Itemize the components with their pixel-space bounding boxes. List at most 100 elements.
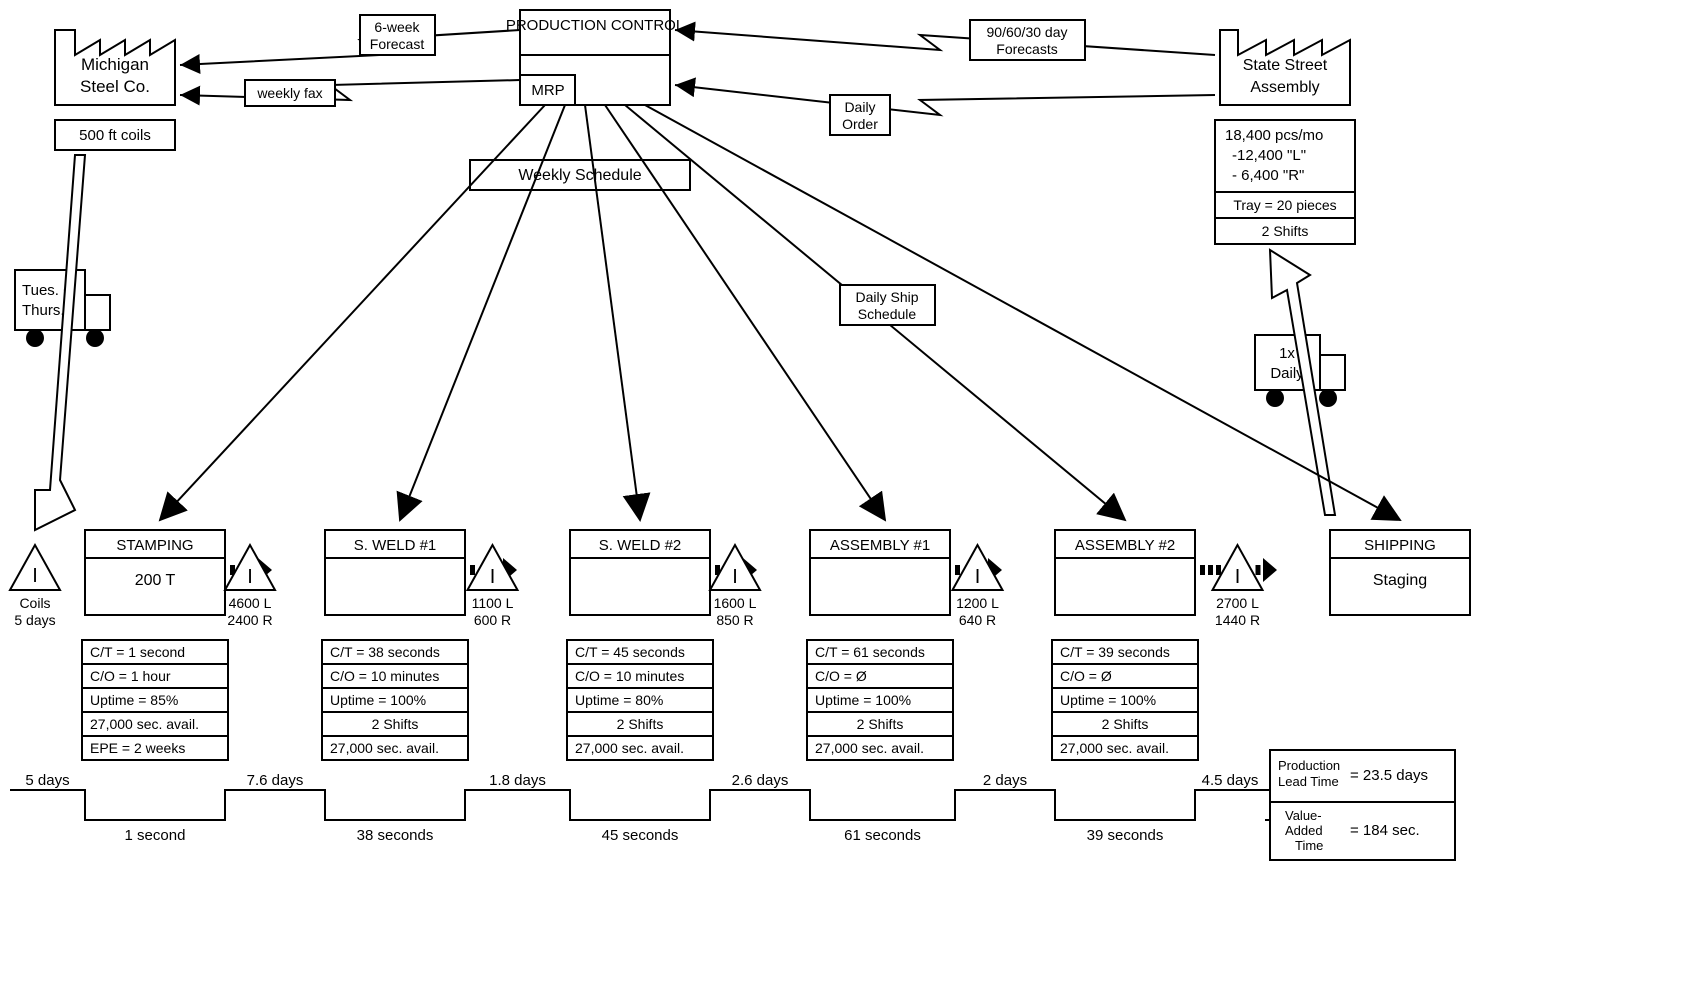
forecast-6-2: Forecast [370, 36, 425, 52]
timeline-bot: 1 second [125, 827, 186, 844]
inv-l: 4600 L [229, 595, 272, 611]
timeline-top: 2 days [983, 772, 1027, 789]
inv-r: 850 R [716, 612, 753, 628]
timeline-bot: 61 seconds [844, 827, 921, 844]
totals-va4: = 184 sec. [1350, 822, 1420, 839]
process-5: SHIPPINGStaging [1330, 530, 1470, 615]
timeline-bot: 39 seconds [1087, 827, 1164, 844]
inv-l: 1200 L [956, 595, 999, 611]
process-data: 27,000 sec. avail. [1060, 740, 1169, 756]
process-2: S. WELD #2 C/T = 45 seconds C/O = 10 minut… [567, 530, 713, 760]
forecast-6week-arrow: 6-week Forecast [180, 15, 520, 65]
svg-text:I: I [732, 566, 738, 588]
inventory-4: I 2700 L1440 R [1213, 545, 1263, 628]
process-data: 2 Shifts [372, 716, 419, 732]
customer-factory: State Street Assembly 18,400 pcs/mo -12,… [1215, 30, 1355, 244]
mrp-label: MRP [531, 82, 564, 99]
process-data: 27,000 sec. avail. [330, 740, 439, 756]
totals-lt2: Lead Time [1278, 774, 1339, 789]
inv-l: 1100 L [472, 595, 514, 611]
totals-va1: Value- [1285, 808, 1322, 823]
customer-d3: - 6,400 "R" [1232, 167, 1304, 184]
inventory-3: I 1200 L640 R [953, 545, 1003, 628]
inv-l: 2700 L [1216, 595, 1259, 611]
process-data: Uptime = 100% [815, 692, 911, 708]
process-data: 27,000 sec. avail. [815, 740, 924, 756]
inv-r: 2400 R [227, 612, 272, 628]
process-name: ASSEMBLY #1 [830, 537, 930, 554]
customer-d5: 2 Shifts [1262, 223, 1309, 239]
weekly-fax-label: weekly fax [256, 85, 322, 101]
totals-va2: Added [1285, 823, 1323, 838]
forecast-6-1: 6-week [374, 19, 420, 35]
supplier-factory: Michigan Steel Co. 500 ft coils [55, 30, 175, 150]
inventory-2: I1600 L850 R [710, 545, 760, 628]
forecast-90-arrow: 90/60/30 day Forecasts [675, 20, 1215, 60]
process-data: 2 Shifts [857, 716, 904, 732]
process-1: S. WELD #1 C/T = 38 seconds C/O = 10 minut… [322, 530, 468, 760]
process-name: S. WELD #2 [599, 537, 682, 554]
process-data: C/T = 39 seconds [1060, 644, 1170, 660]
supplier-ship-2: Thurs. [22, 302, 65, 319]
svg-text:I: I [32, 565, 38, 587]
inv0-l2: 5 days [14, 612, 55, 628]
customer-d4: Tray = 20 pieces [1233, 197, 1336, 213]
daily-order-1: Daily [844, 99, 875, 115]
svg-text:I: I [247, 566, 253, 588]
process-data: 2 Shifts [1102, 716, 1149, 732]
process-name: STAMPING [116, 537, 193, 554]
process-data: C/O = 10 minutes [575, 668, 684, 684]
timeline-top: 5 days [25, 772, 69, 789]
customer-d2: -12,400 "L" [1232, 147, 1306, 164]
inv-r: 640 R [959, 612, 996, 628]
svg-text:I: I [1235, 566, 1241, 588]
totals-box: Production Lead Time = 23.5 days Value- … [1270, 750, 1455, 860]
process-data: C/O = Ø [815, 668, 867, 684]
timeline-top: 1.8 days [489, 772, 546, 789]
process-data: Uptime = 85% [90, 692, 178, 708]
supplier-coils: 500 ft coils [79, 127, 151, 144]
process-data: Uptime = 100% [330, 692, 426, 708]
process-data: 27,000 sec. avail. [90, 716, 199, 732]
process-data: C/T = 1 second [90, 644, 185, 660]
process-name: S. WELD #1 [354, 537, 437, 554]
process-3: ASSEMBLY #1 C/T = 61 seconds C/O = Ø Uptime… [807, 530, 953, 760]
forecast-9-1: 90/60/30 day [987, 24, 1068, 40]
customer-name-1: State Street [1243, 57, 1328, 74]
customer-name-2: Assembly [1250, 79, 1319, 96]
production-control-title: PRODUCTION CONTROL [506, 17, 684, 34]
daily-order-arrow: Daily Order [675, 85, 1215, 135]
timeline: 5 days 7.6 days 1.8 days 2.6 days 2 days 4.5 … [10, 772, 1270, 844]
process-data: C/T = 38 seconds [330, 644, 440, 660]
process-data: EPE = 2 weeks [90, 740, 185, 756]
totals-lt1: Production [1278, 758, 1340, 773]
process-0: STAMPING200 TC/T = 1 secondC/O = 1 hourU… [82, 530, 228, 760]
svg-text:I: I [975, 566, 981, 588]
inventory-0: I 4600 L2400 R [225, 545, 275, 628]
svg-text:I: I [490, 566, 496, 588]
supplier-name-1: Michigan [81, 55, 149, 74]
timeline-top: 7.6 days [247, 772, 304, 789]
timeline-top: 4.5 days [1202, 772, 1259, 789]
customer-d1: 18,400 pcs/mo [1225, 127, 1323, 144]
inv-r: 600 R [474, 612, 511, 628]
timeline-top: 2.6 days [732, 772, 789, 789]
process-data: C/T = 45 seconds [575, 644, 685, 660]
daily-order-2: Order [842, 116, 878, 132]
inv0-l1: Coils [19, 595, 50, 611]
process-data: Uptime = 80% [575, 692, 663, 708]
production-control-box: PRODUCTION CONTROL MRP [506, 10, 684, 105]
process-data: C/O = 10 minutes [330, 668, 439, 684]
process-data: 2 Shifts [617, 716, 664, 732]
inventory-1: I 1100 L600 R [468, 545, 518, 628]
process-data: C/T = 61 seconds [815, 644, 925, 660]
daily-ship-2: Schedule [858, 306, 917, 322]
process-name: ASSEMBLY #2 [1075, 537, 1175, 554]
daily-ship-1: Daily Ship [855, 289, 918, 305]
totals-va3: Time [1295, 838, 1323, 853]
process-data: C/O = Ø [1060, 668, 1112, 684]
customer-ship-1: 1x [1279, 345, 1295, 362]
inv-r: 1440 R [1215, 612, 1260, 628]
process-data: 27,000 sec. avail. [575, 740, 684, 756]
timeline-bot: 38 seconds [357, 827, 434, 844]
